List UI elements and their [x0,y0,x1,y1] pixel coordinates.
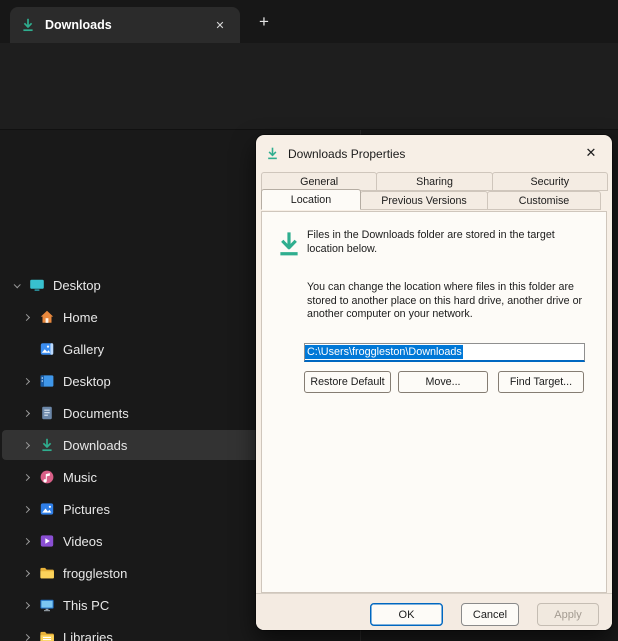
pictures-icon [39,501,55,517]
sidebar-item-label: Gallery [63,342,104,357]
gallery-icon [39,341,55,357]
chevron-right-icon[interactable] [19,315,33,320]
path-selected-text: C:\Users\froggleston\Downloads [305,345,463,359]
home-icon [39,309,55,325]
location-tab-page: Files in the Downloads folder are stored… [261,211,607,593]
dialog-title: Downloads Properties [288,147,405,161]
navigation-bar: › Downloads › [0,43,618,88]
new-tab-button[interactable]: + [250,10,278,34]
sidebar-item-label: Music [63,470,97,485]
move-button[interactable]: Move... [398,371,488,393]
explorer-window: Downloads ✕ + › Downloads › New Sor [0,0,618,641]
dialog-close-button[interactable]: ✕ [578,141,604,165]
dialog-download-icon [265,146,280,161]
chevron-right-icon[interactable] [19,411,33,416]
this-pc-icon [39,597,55,613]
chevron-right-icon[interactable] [19,443,33,448]
path-input[interactable]: C:\Users\froggleston\Downloads [304,343,585,362]
downloads-icon [20,17,36,33]
sidebar-item-label: Videos [63,534,103,549]
dialog-tab-customise[interactable]: Customise [487,191,601,210]
downloads-icon [39,437,55,453]
explorer-tab-downloads[interactable]: Downloads ✕ [10,7,240,43]
download-large-icon [274,229,304,259]
sidebar-item-label: Downloads [63,438,127,453]
sidebar-item-label: Documents [63,406,129,421]
chevron-right-icon[interactable] [19,571,33,576]
tab-close-icon[interactable]: ✕ [210,15,230,35]
sidebar-item-label: Desktop [53,278,101,293]
tab-bar: Downloads ✕ + [0,0,618,43]
desktop-root-icon [29,277,45,293]
sidebar-item-label: froggleston [63,566,127,581]
sidebar-item-label: Desktop [63,374,111,389]
chevron-right-icon[interactable] [19,379,33,384]
folder-icon [39,565,55,581]
chevron-down-icon[interactable] [9,283,23,288]
sidebar-item-label: Libraries [63,630,113,641]
dialog-tab-previous-versions[interactable]: Previous Versions [360,191,488,210]
sidebar-item-label: This PC [63,598,109,613]
find-target-button[interactable]: Find Target... [498,371,584,393]
apply-button[interactable]: Apply [537,603,599,626]
dialog-footer: OK Cancel Apply [256,593,612,630]
chevron-right-icon[interactable] [19,603,33,608]
plus-icon: + [259,12,269,32]
cancel-button[interactable]: Cancel [461,603,519,626]
command-toolbar: New Sort View … [0,88,618,130]
sidebar-item-label: Pictures [63,502,110,517]
chevron-right-icon[interactable] [19,635,33,640]
dialog-tab-security[interactable]: Security [492,172,608,191]
sidebar-item-label: Home [63,310,98,325]
properties-dialog: Downloads Properties ✕ GeneralSharingSec… [256,135,612,630]
chevron-right-icon[interactable] [19,539,33,544]
location-description-text: You can change the location where files … [307,281,591,322]
dialog-title-bar: Downloads Properties ✕ [256,135,612,172]
libraries-icon [39,629,55,641]
music-icon [39,469,55,485]
chevron-right-icon[interactable] [19,475,33,480]
documents-icon [39,405,55,421]
dialog-tab-sharing[interactable]: Sharing [376,172,492,191]
ok-button[interactable]: OK [370,603,443,626]
desktop-icon [39,373,55,389]
chevron-right-icon[interactable] [19,507,33,512]
dialog-tab-strip: GeneralSharingSecurity LocationPrevious … [261,172,607,210]
restore-default-button[interactable]: Restore Default [304,371,391,393]
location-intro-text: Files in the Downloads folder are stored… [307,229,569,256]
videos-icon [39,533,55,549]
tab-title: Downloads [45,18,112,32]
dialog-tab-location[interactable]: Location [261,189,361,210]
